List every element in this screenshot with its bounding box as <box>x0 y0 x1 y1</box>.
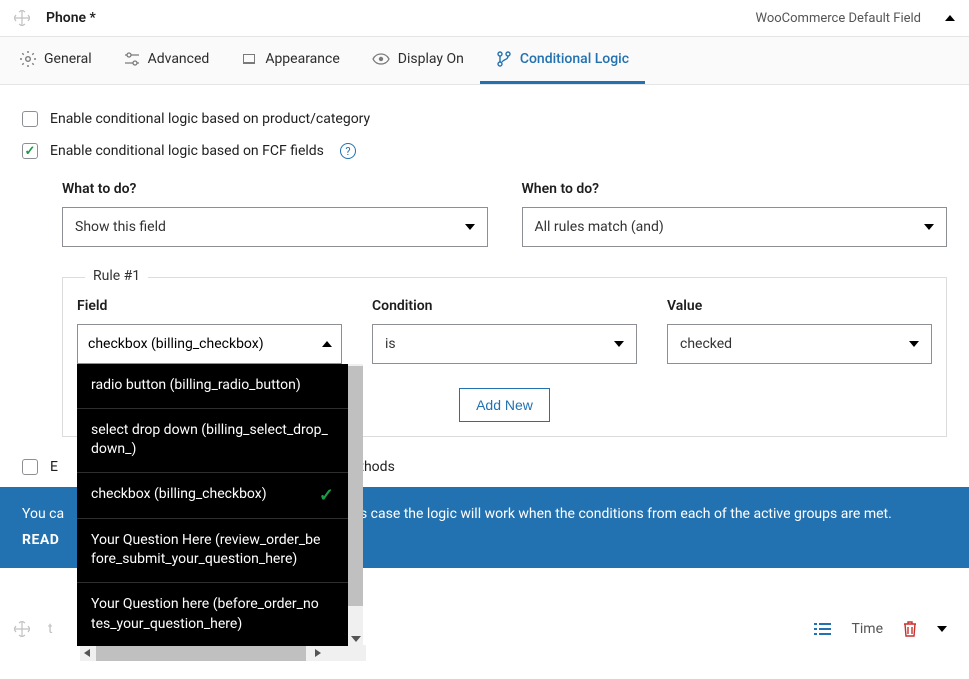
help-icon[interactable]: ? <box>340 143 356 159</box>
chevron-down-icon <box>909 341 919 347</box>
expand-icon[interactable] <box>937 626 947 632</box>
rule-value-label: Value <box>667 298 932 314</box>
dropdown-option[interactable]: radio button (billing_radio_button) <box>77 364 348 408</box>
rule-condition-label: Condition <box>372 298 637 314</box>
scroll-down-icon[interactable] <box>351 636 361 642</box>
field-type-label: Time <box>852 621 883 637</box>
toggle-fcf-fields-row: Enable conditional logic based on FCF fi… <box>22 135 947 167</box>
trash-icon[interactable] <box>903 621 917 637</box>
field-header: Phone * WooCommerce Default Field <box>0 0 969 37</box>
field-type-label: WooCommerce Default Field <box>756 11 922 26</box>
tab-content: Enable conditional logic based on produc… <box>0 85 969 445</box>
sliders-icon <box>124 51 140 67</box>
tab-general[interactable]: General <box>4 37 108 84</box>
scroll-left-icon[interactable] <box>84 649 90 657</box>
tab-label: Display On <box>398 51 464 67</box>
scroll-right-icon[interactable] <box>315 649 321 657</box>
toggle-label: Enable conditional logic based on FCF fi… <box>50 143 324 159</box>
chevron-up-icon[interactable] <box>322 341 332 347</box>
banner-text-prefix: You ca <box>22 506 64 522</box>
tab-label: Conditional Logic <box>520 51 629 67</box>
toggle-label-prefix: E <box>50 459 58 475</box>
toggle-product-category-row: Enable conditional logic based on produc… <box>22 103 947 135</box>
tab-bar: General Advanced Appearance Display On C… <box>0 37 969 85</box>
chevron-down-icon <box>614 341 624 347</box>
add-new-rule-button[interactable]: Add New <box>459 388 550 422</box>
when-to-do-select[interactable]: All rules match (and) <box>522 207 948 247</box>
rule-value-select[interactable]: checked <box>667 324 932 364</box>
field-dropdown: radio button (billing_radio_button) sele… <box>77 364 363 646</box>
dropdown-option[interactable]: select drop down (billing_select_drop_do… <box>77 408 348 472</box>
tab-display-on[interactable]: Display On <box>356 37 480 84</box>
chevron-down-icon <box>465 224 475 230</box>
what-to-do-label: What to do? <box>62 181 488 197</box>
scrollbar-thumb[interactable] <box>96 645 306 661</box>
drag-handle-icon[interactable] <box>14 10 30 26</box>
banner-read-more[interactable]: READ <box>22 529 59 551</box>
checkbox-fcf-fields[interactable] <box>22 143 38 159</box>
select-value: All rules match (and) <box>535 219 664 235</box>
tab-label: Appearance <box>265 51 339 67</box>
select-value: Show this field <box>75 219 166 235</box>
branch-icon <box>496 51 512 67</box>
horizontal-scrollbar[interactable] <box>80 645 366 661</box>
when-to-do-label: When to do? <box>522 181 948 197</box>
chevron-down-icon <box>924 224 934 230</box>
scrollbar-thumb[interactable] <box>348 366 363 606</box>
tab-label: General <box>44 51 92 67</box>
drag-handle-icon[interactable] <box>14 621 30 637</box>
collapse-icon[interactable] <box>945 15 955 21</box>
checkbox-shipping[interactable] <box>22 459 38 475</box>
select-value: is <box>385 336 396 352</box>
checkbox-product-category[interactable] <box>22 111 38 127</box>
tab-label: Advanced <box>148 51 210 67</box>
gear-icon <box>20 51 36 67</box>
tab-conditional-logic[interactable]: Conditional Logic <box>480 37 645 84</box>
check-icon: ✓ <box>319 485 334 506</box>
toggle-label: Enable conditional logic based on produc… <box>50 111 370 127</box>
rule-fieldset: Rule #1 Field radio button (billing_radi… <box>62 277 947 437</box>
rule-field-label: Field <box>77 298 342 314</box>
field-title-fragment: t <box>48 621 53 637</box>
list-icon[interactable] <box>814 621 832 637</box>
field-title: Phone * <box>46 10 756 26</box>
dropdown-scrollbar[interactable] <box>348 364 363 646</box>
banner-text-fragment: n this case the logic will work when the… <box>333 506 892 522</box>
dropdown-option-selected[interactable]: checkbox (billing_checkbox)✓ <box>77 472 348 518</box>
select-value: checked <box>680 336 732 352</box>
what-to-do-select[interactable]: Show this field <box>62 207 488 247</box>
dropdown-option[interactable]: Your Question here (before_order_notes_y… <box>77 582 348 646</box>
rule-field-input[interactable] <box>77 324 342 364</box>
rule-condition-select[interactable]: is <box>372 324 637 364</box>
tab-appearance[interactable]: Appearance <box>225 37 355 84</box>
dropdown-option[interactable]: Your Question Here (review_order_before_… <box>77 518 348 582</box>
tab-advanced[interactable]: Advanced <box>108 37 226 84</box>
eye-icon <box>372 51 390 67</box>
rule-legend: Rule #1 <box>85 268 148 284</box>
appearance-icon <box>241 51 257 67</box>
